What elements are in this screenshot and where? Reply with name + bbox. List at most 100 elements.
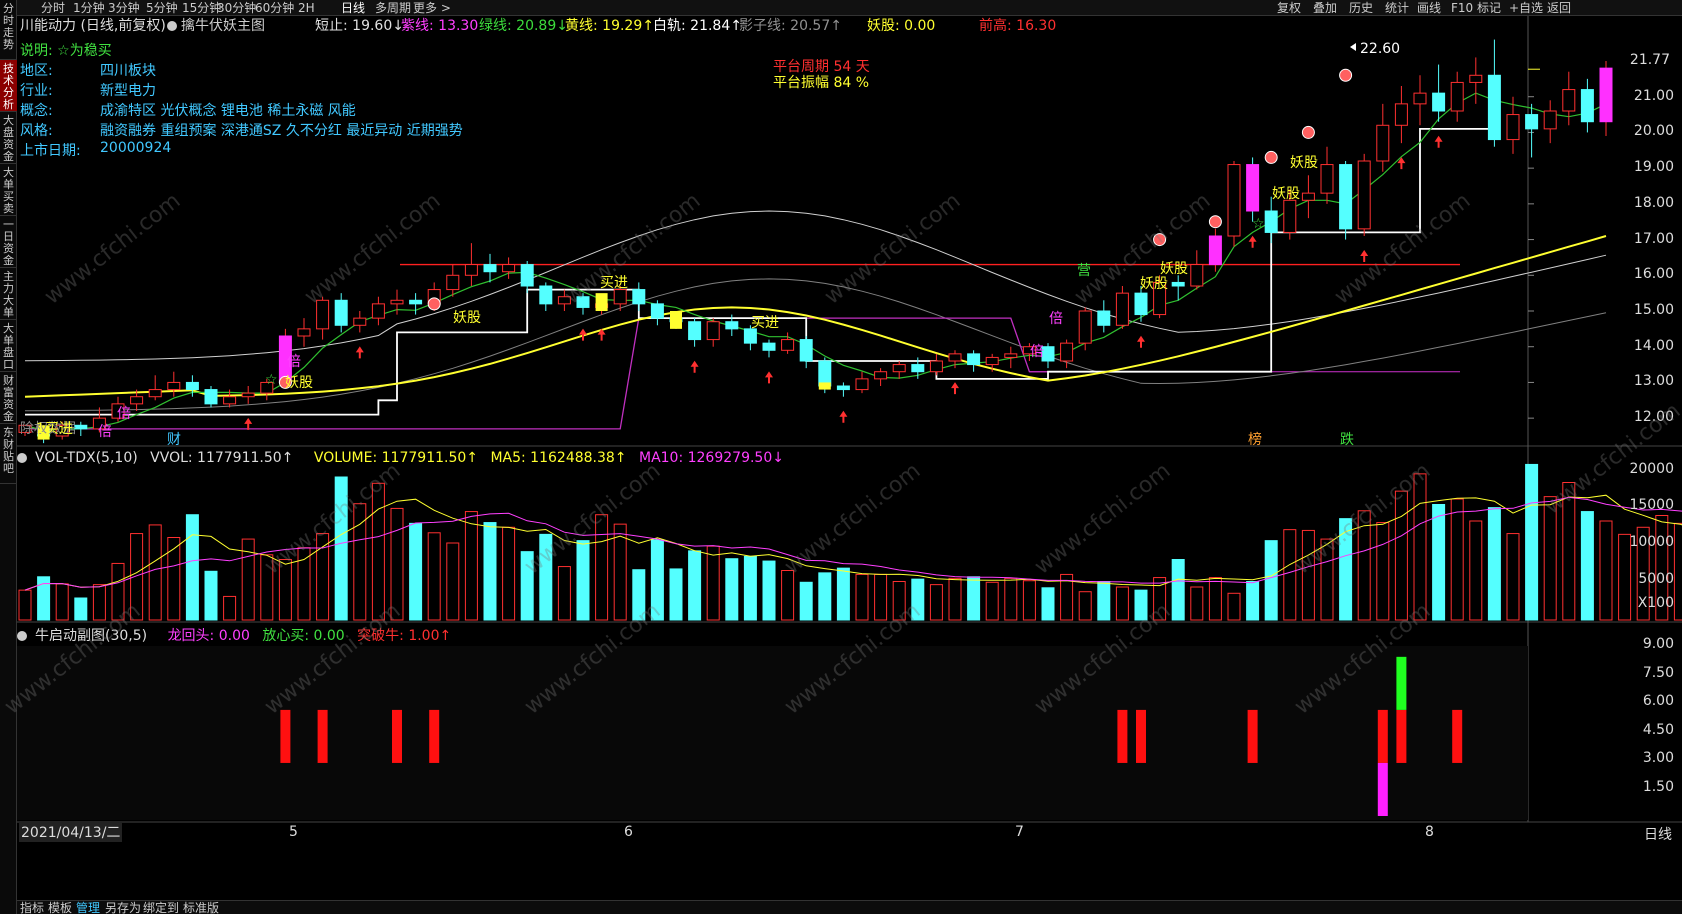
volume-bar <box>204 570 218 621</box>
bottom-tab-4[interactable]: 绑定到 <box>143 901 179 914</box>
candle-body <box>781 339 795 351</box>
candle <box>855 371 869 394</box>
volume-bar <box>1208 577 1222 621</box>
candle-body <box>1413 92 1427 105</box>
volume-bar <box>1022 580 1036 621</box>
volume-tick: 10000 <box>1629 534 1674 550</box>
candle <box>688 318 702 347</box>
volume-bar <box>1673 522 1682 621</box>
volume-bar <box>836 567 850 621</box>
candle-body <box>688 321 702 341</box>
star-marker: ☆ <box>265 372 278 388</box>
sub-tick: 4.50 <box>1642 722 1674 738</box>
bottom-tab-3[interactable]: 另存为 <box>105 901 141 914</box>
dropdown-icon <box>17 453 27 463</box>
candle-body <box>1543 110 1557 130</box>
candle-body <box>167 381 181 391</box>
volume-bar <box>688 550 702 621</box>
price-tick: 13.00 <box>1633 373 1674 390</box>
signal-bar-red <box>280 709 291 763</box>
candle-body <box>1283 199 1297 233</box>
volume-bar <box>781 570 795 621</box>
candle <box>1543 100 1557 144</box>
candle-body <box>706 321 720 341</box>
candle <box>1432 64 1446 122</box>
candle-body <box>929 360 943 373</box>
signal-bar-red <box>429 709 440 763</box>
candle-body <box>632 289 646 305</box>
month-label: 5 <box>289 824 298 840</box>
bottom-tab-2[interactable]: 管理 <box>76 901 100 914</box>
candle <box>1580 78 1594 133</box>
candle <box>1525 103 1539 158</box>
candle <box>781 332 795 354</box>
volume-bar <box>1432 504 1446 621</box>
candle <box>650 300 664 326</box>
cai-marker: 财 <box>167 432 181 448</box>
bottom-tab-0[interactable]: 指标 <box>20 901 44 914</box>
volume-bar <box>55 583 69 621</box>
volume-bar <box>409 522 423 621</box>
candle <box>1562 71 1576 126</box>
yaogu-label: 妖股 <box>453 310 481 326</box>
volume-bar <box>557 566 571 621</box>
candle-body <box>855 378 869 391</box>
candle-body <box>948 353 962 362</box>
vol-title-wrap[interactable]: VOL-TDX(5,10) VVOL: 1177911.50↑ <box>17 450 301 466</box>
candle-body <box>1469 74 1483 83</box>
candle-body <box>1432 92 1446 112</box>
red-up-arrow <box>1434 135 1443 148</box>
volume-bar <box>725 558 739 621</box>
candle-body <box>613 289 627 305</box>
signal-bar-red <box>392 709 402 763</box>
candle <box>1394 86 1408 144</box>
volume-bar <box>464 511 478 621</box>
candle-body <box>743 328 757 344</box>
period-label[interactable]: 日线 <box>1644 824 1672 844</box>
candle-body <box>148 389 162 398</box>
volume-bar <box>446 542 460 621</box>
candle <box>464 243 478 286</box>
candle <box>297 318 311 347</box>
candle <box>502 257 516 279</box>
candle <box>1227 161 1241 247</box>
candle <box>446 264 460 297</box>
candle <box>167 371 181 397</box>
volume-bar <box>1469 520 1483 621</box>
volume-bar <box>1394 490 1408 621</box>
ball-marker <box>1264 150 1278 164</box>
candle-body <box>762 342 776 351</box>
candle-body <box>1376 124 1390 162</box>
bei-label: 倍 <box>287 354 301 370</box>
red-up-arrow <box>690 360 699 373</box>
candle <box>1004 346 1018 369</box>
volume-bar <box>967 576 981 621</box>
candle-body <box>520 264 534 287</box>
price-tick: 14.00 <box>1633 337 1674 354</box>
bottom-tab-1[interactable]: 模板 <box>48 901 72 914</box>
volume-bar <box>948 577 962 621</box>
volume-bar <box>371 482 385 621</box>
candle-body <box>204 389 218 405</box>
red-up-arrow <box>951 382 959 395</box>
candle <box>836 382 850 397</box>
price-tick: 17.00 <box>1633 230 1674 247</box>
volume-bar <box>1097 581 1111 621</box>
bottom-tab-5[interactable]: 标准版 <box>183 901 219 914</box>
candle <box>148 375 162 401</box>
candle <box>1264 196 1278 244</box>
candle <box>1487 39 1501 147</box>
candle <box>539 282 553 311</box>
candle <box>409 293 423 315</box>
candle-body <box>74 424 88 430</box>
sub-tick: 1.50 <box>1642 779 1674 795</box>
volume-bar <box>1525 463 1539 621</box>
yaogu-label: 妖股 <box>1272 186 1300 202</box>
candle <box>632 282 646 311</box>
volume-bar <box>1580 511 1594 621</box>
bei-label: 倍 <box>1049 311 1063 327</box>
candle <box>1301 175 1315 219</box>
red-up-arrow <box>1248 235 1257 248</box>
volume-bar <box>167 537 181 621</box>
die-marker: 跌 <box>1340 432 1354 448</box>
